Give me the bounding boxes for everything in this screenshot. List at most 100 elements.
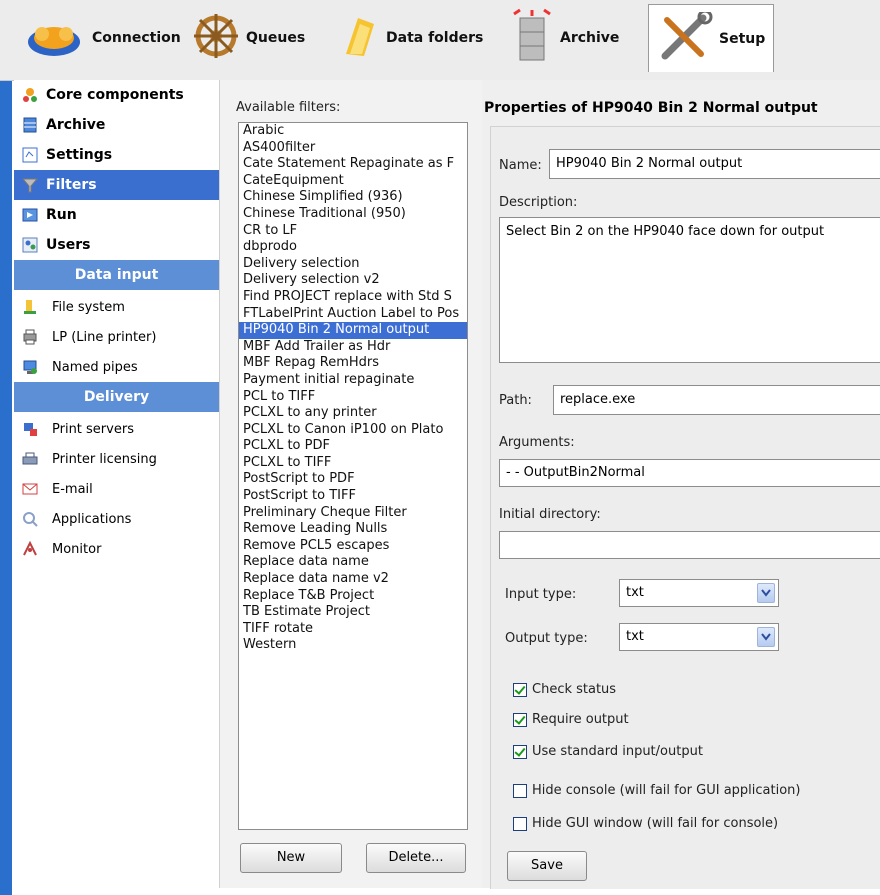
use-standard-io-checkbox[interactable]: Use standard input/output xyxy=(513,744,703,759)
sidebar-item-print-servers[interactable]: Print servers xyxy=(14,414,219,444)
file-system-icon xyxy=(22,299,38,315)
queues-icon xyxy=(192,12,240,64)
checkbox-checked[interactable] xyxy=(513,744,527,759)
connection-icon xyxy=(22,12,86,64)
checkbox-unchecked[interactable] xyxy=(513,783,527,798)
filter-list-item[interactable]: MBF Repag RemHdrs xyxy=(239,355,467,372)
description-field[interactable]: Select Bin 2 on the HP9040 face down for… xyxy=(499,217,880,363)
filter-list-item[interactable]: Remove Leading Nulls xyxy=(239,521,467,538)
filter-list-item[interactable]: PCLXL to Canon iP100 on Plato xyxy=(239,422,467,439)
sidebar-item-archive[interactable]: Archive xyxy=(14,110,219,140)
filter-list-item[interactable]: PCLXL to TIFF xyxy=(239,455,467,472)
filter-list-item[interactable]: CateEquipment xyxy=(239,173,467,190)
toolbar-queues[interactable]: Queues xyxy=(192,8,305,68)
delete-filter-button[interactable]: Delete... xyxy=(366,843,466,873)
path-label: Path: xyxy=(499,393,532,408)
filter-list-item[interactable]: PCL to TIFF xyxy=(239,389,467,406)
sidebar-item-label: Print servers xyxy=(52,421,134,437)
filters-icon xyxy=(21,177,39,193)
path-field[interactable]: replace.exe xyxy=(553,385,880,415)
filter-list[interactable]: Arabic AS400filter Cate Statement Repagina… xyxy=(238,122,468,830)
sidebar-item-line-printer[interactable]: LP (Line printer) xyxy=(14,322,219,352)
filter-list-item[interactable]: Western xyxy=(239,637,467,654)
properties-panel: Properties of HP9040 Bin 2 Normal output… xyxy=(482,80,880,889)
filter-list-item[interactable]: Remove PCL5 escapes xyxy=(239,538,467,555)
filter-list-item[interactable]: Arabic xyxy=(239,123,467,140)
filter-list-item[interactable]: HP9040 Bin 2 Normal output xyxy=(239,322,467,339)
setup-icon xyxy=(657,9,713,66)
sidebar-item-file-system[interactable]: File system xyxy=(14,292,219,322)
filter-list-item[interactable]: PostScript to TIFF xyxy=(239,488,467,505)
toolbar-connection[interactable]: Connection xyxy=(22,8,181,68)
sidebar-item-filters[interactable]: Filters xyxy=(14,170,219,200)
applications-icon xyxy=(22,511,38,527)
sidebar-item-core-components[interactable]: Core components xyxy=(14,80,219,110)
sidebar-header-delivery: Delivery xyxy=(14,382,219,412)
checkbox-checked[interactable] xyxy=(513,682,527,697)
checkbox-unchecked[interactable] xyxy=(513,816,527,831)
sidebar-item-label: Run xyxy=(46,207,77,223)
filter-list-item[interactable]: Replace T&B Project xyxy=(239,588,467,605)
chevron-down-icon[interactable] xyxy=(757,583,775,603)
filter-list-item[interactable]: dbprodo xyxy=(239,239,467,256)
checkbox-label: Hide GUI window (will fail for console) xyxy=(532,816,779,831)
sidebar-item-applications[interactable]: Applications xyxy=(14,504,219,534)
initial-directory-label: Initial directory: xyxy=(499,507,601,522)
save-button[interactable]: Save xyxy=(507,851,587,881)
sidebar-item-named-pipes[interactable]: Named pipes xyxy=(14,352,219,382)
name-label: Name: xyxy=(499,158,542,173)
toolbar-setup[interactable]: Setup xyxy=(648,4,774,72)
filter-list-item[interactable]: Preliminary Cheque Filter xyxy=(239,505,467,522)
filter-list-item[interactable]: PCLXL to any printer xyxy=(239,405,467,422)
arguments-field[interactable]: - - OutputBin2Normal xyxy=(499,459,880,487)
require-output-checkbox[interactable]: Require output xyxy=(513,712,629,727)
core-components-icon xyxy=(22,87,38,103)
filter-list-item[interactable]: CR to LF xyxy=(239,223,467,240)
filter-list-item[interactable]: Delivery selection v2 xyxy=(239,272,467,289)
sidebar-item-label: Monitor xyxy=(52,541,102,557)
sidebar-item-users[interactable]: Users xyxy=(14,230,219,260)
toolbar-data-folders[interactable]: Data folders xyxy=(340,8,483,68)
archive-icon xyxy=(510,8,554,68)
hide-console-checkbox[interactable]: Hide console (will fail for GUI applicat… xyxy=(513,783,801,798)
checkbox-checked[interactable] xyxy=(513,712,527,727)
filter-list-item[interactable]: MBF Add Trailer as Hdr xyxy=(239,339,467,356)
filter-list-item[interactable]: Cate Statement Repaginate as F xyxy=(239,156,467,173)
sidebar-item-settings[interactable]: Settings xyxy=(14,140,219,170)
filter-list-item[interactable]: AS400filter xyxy=(239,140,467,157)
toolbar-archive[interactable]: Archive xyxy=(510,8,619,68)
output-type-select[interactable]: txt xyxy=(619,623,779,651)
sidebar-item-run[interactable]: Run xyxy=(14,200,219,230)
new-filter-button[interactable]: New xyxy=(240,843,342,873)
filter-list-item[interactable]: PostScript to PDF xyxy=(239,471,467,488)
filter-list-item[interactable]: Payment initial repaginate xyxy=(239,372,467,389)
filter-list-item[interactable]: TB Estimate Project xyxy=(239,604,467,621)
filter-list-item[interactable]: Chinese Simplified (936) xyxy=(239,189,467,206)
sidebar-item-printer-licensing[interactable]: Printer licensing xyxy=(14,444,219,474)
chevron-down-icon[interactable] xyxy=(757,627,775,647)
description-label: Description: xyxy=(499,195,578,210)
filter-list-item[interactable]: Replace data name xyxy=(239,554,467,571)
filter-list-item[interactable]: Chinese Traditional (950) xyxy=(239,206,467,223)
named-pipes-icon xyxy=(22,359,38,375)
filter-list-item[interactable]: Delivery selection xyxy=(239,256,467,273)
sidebar-item-monitor[interactable]: Monitor xyxy=(14,534,219,564)
filter-list-item[interactable]: FTLabelPrint Auction Label to Pos xyxy=(239,306,467,323)
hide-gui-window-checkbox[interactable]: Hide GUI window (will fail for console) xyxy=(513,816,778,831)
check-status-checkbox[interactable]: Check status xyxy=(513,682,616,697)
sidebar-item-email[interactable]: E-mail xyxy=(14,474,219,504)
initial-directory-field[interactable] xyxy=(499,531,880,559)
input-type-select[interactable]: txt xyxy=(619,579,779,607)
users-icon xyxy=(22,237,38,253)
name-field[interactable]: HP9040 Bin 2 Normal output xyxy=(549,149,880,179)
output-type-label: Output type: xyxy=(505,631,588,646)
filter-list-item[interactable]: PCLXL to PDF xyxy=(239,438,467,455)
filter-list-item[interactable]: Replace data name v2 xyxy=(239,571,467,588)
email-icon xyxy=(22,481,38,497)
filter-list-item[interactable]: TIFF rotate xyxy=(239,621,467,638)
main-toolbar: Connection Queues Data folders Archive S… xyxy=(0,0,880,81)
sidebar-item-label: LP (Line printer) xyxy=(52,329,157,345)
filter-list-item[interactable]: Find PROJECT replace with Std S xyxy=(239,289,467,306)
monitor-icon xyxy=(22,540,38,557)
available-filters-label: Available filters: xyxy=(236,100,341,115)
